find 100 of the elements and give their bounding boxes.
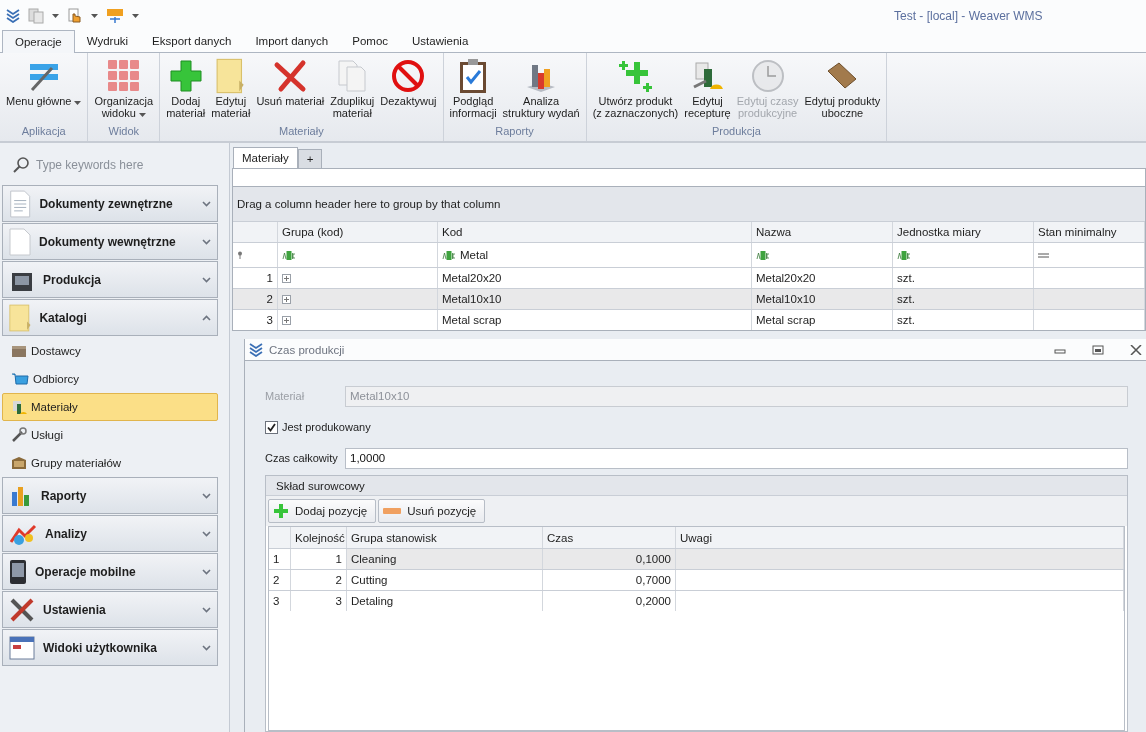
ribbon-tab[interactable]: Import danych [243,30,341,52]
ribbon-group-title: Raporty [494,125,535,139]
chevron-down-icon [202,530,211,537]
nav-group-label: Raporty [41,488,88,503]
nav-group-label: Dokumenty zewnętrzne [39,196,174,211]
ribbon-button[interactable]: Dezaktywuj [377,55,440,125]
nav-item[interactable]: Usługi [2,421,218,449]
nav-group-header[interactable]: Analizy [2,515,218,552]
tools-icon [9,596,35,623]
ribbon-button[interactable]: Menu główne [3,55,85,125]
nav-item[interactable]: Materiały [2,393,218,421]
document-tab[interactable]: Materiały [233,147,298,168]
clock-icon [750,59,785,93]
close-icon[interactable] [1130,344,1142,355]
table-cell: szt. [893,310,1034,330]
folder-icon [9,303,32,332]
text-filter-icon [897,250,911,260]
ribbon-button[interactable]: Edytuj recepturę [681,55,734,125]
nav-group-header[interactable]: Raporty [2,477,218,514]
caret-icon [91,13,98,18]
plus-icon [168,59,203,93]
chevron-down-icon [202,492,211,499]
nav-group-header[interactable]: Widoki użytkownika [2,629,218,666]
nav-group-header[interactable]: Dokumenty zewnętrzne [2,185,218,222]
group-title: Skład surowcowy [266,476,1127,496]
ribbon-button[interactable]: Utwórz produkt (z zaznaczonych) [589,55,682,125]
window-icon [9,635,35,660]
blank-page-icon [9,227,31,256]
ribbon-tab[interactable]: Operacje [2,30,75,53]
expand-icon[interactable] [282,294,291,304]
checkbox-label: Jest produkowany [282,421,371,433]
document-tab[interactable]: + [297,149,323,168]
chevron-down-icon [202,644,211,651]
nav-group-label: Ustawienia [43,602,107,617]
nav-group-label: Katalogi [39,310,88,325]
chevron-up-icon [202,314,211,321]
hand-pointer-icon[interactable] [67,7,83,24]
expand-icon[interactable] [282,273,291,283]
nav-item[interactable]: Grupy materiałów [2,449,218,477]
plus-icon [617,58,654,94]
ribbon-button[interactable]: Edytuj produkty uboczne [801,55,884,125]
ribbon-group-title: Aplikacja [20,125,67,139]
ribbon-button[interactable]: Edytuj materiał [208,55,254,125]
chevrons-logo-icon [249,342,263,357]
nav-item[interactable]: Odbiorcy [2,365,218,393]
caret-icon [52,13,59,18]
chevron-down-icon [202,276,211,283]
row-number: 1 [269,549,291,569]
nav-group-label: Produkcja [43,272,103,287]
nav-group-header[interactable]: Dokumenty wewnętrzne [2,223,218,260]
chevron-down-icon [202,200,211,207]
box-icon [11,344,27,358]
nav-group-header[interactable]: Operacje mobilne [2,553,218,590]
table-cell: Detaling [347,591,543,611]
ribbon-button[interactable]: Dodaj materiał [163,55,209,125]
equals-filter-icon [1038,252,1049,258]
ribbon-group-title: Widok [107,125,141,139]
table-cell: 0,2000 [543,591,676,611]
total-time-field[interactable]: 1,0000 [345,447,1128,469]
ribbon-button[interactable]: Zduplikuj materiał [327,55,378,125]
expand-icon[interactable] [282,315,291,325]
ribbon-group-title: Materiały [278,125,325,139]
nav-item[interactable]: Dostawcy [2,337,218,365]
ribbon-tab[interactable]: Wydruki [74,30,141,52]
ribbon-tab[interactable]: Eksport danych [140,30,244,52]
ribbon-button[interactable]: Organizacja widoku [91,55,157,125]
material-field: Metal10x10 [345,385,1128,407]
caret-icon [132,13,139,18]
search-icon [12,156,30,174]
nav-group-header[interactable]: Produkcja [2,261,218,298]
table-cell: Metal scrap [752,310,893,330]
field-label: Materiał [265,390,306,402]
panel-title: Czas produkcji [269,343,345,356]
nav-group-label: Widoki użytkownika [43,640,158,655]
phone-icon [9,558,27,585]
ribbon-button[interactable]: Analiza struktury wydań [499,55,583,125]
pin-icon [237,251,243,259]
grid-icon [106,59,141,93]
prohibited-icon [391,59,426,93]
chevron-down-icon [202,568,211,575]
caret-icon [138,113,146,117]
ribbon-button[interactable]: Podgląd informacji [446,55,500,125]
ribbon-tab[interactable]: Pomoc [340,30,401,52]
text-filter-icon [442,250,456,260]
nav-group-header[interactable]: Ustawienia [2,591,218,628]
toolbar-button[interactable]: Usuń pozycję [378,499,486,523]
checkbox[interactable] [265,420,278,434]
nav-group-label: Analizy [45,526,88,541]
table-cell: 1 [291,549,347,569]
nav-group-label: Dokumenty wewnętrzne [39,234,177,249]
restore-icon[interactable] [1092,344,1104,355]
chevrons-logo-icon [6,8,20,23]
toolbar-button[interactable]: Dodaj pozycję [268,499,377,523]
ribbon-button[interactable]: Usuń materiał [253,55,328,125]
window-title: Test - [local] - Weaver WMS [893,8,1044,23]
clipboard-check-icon [458,58,489,94]
table-cell: Metal scrap [438,310,752,330]
ribbon-tab[interactable]: Ustawienia [400,30,481,52]
nav-group-header[interactable]: Katalogi [2,299,218,336]
plus-icon [273,503,289,519]
